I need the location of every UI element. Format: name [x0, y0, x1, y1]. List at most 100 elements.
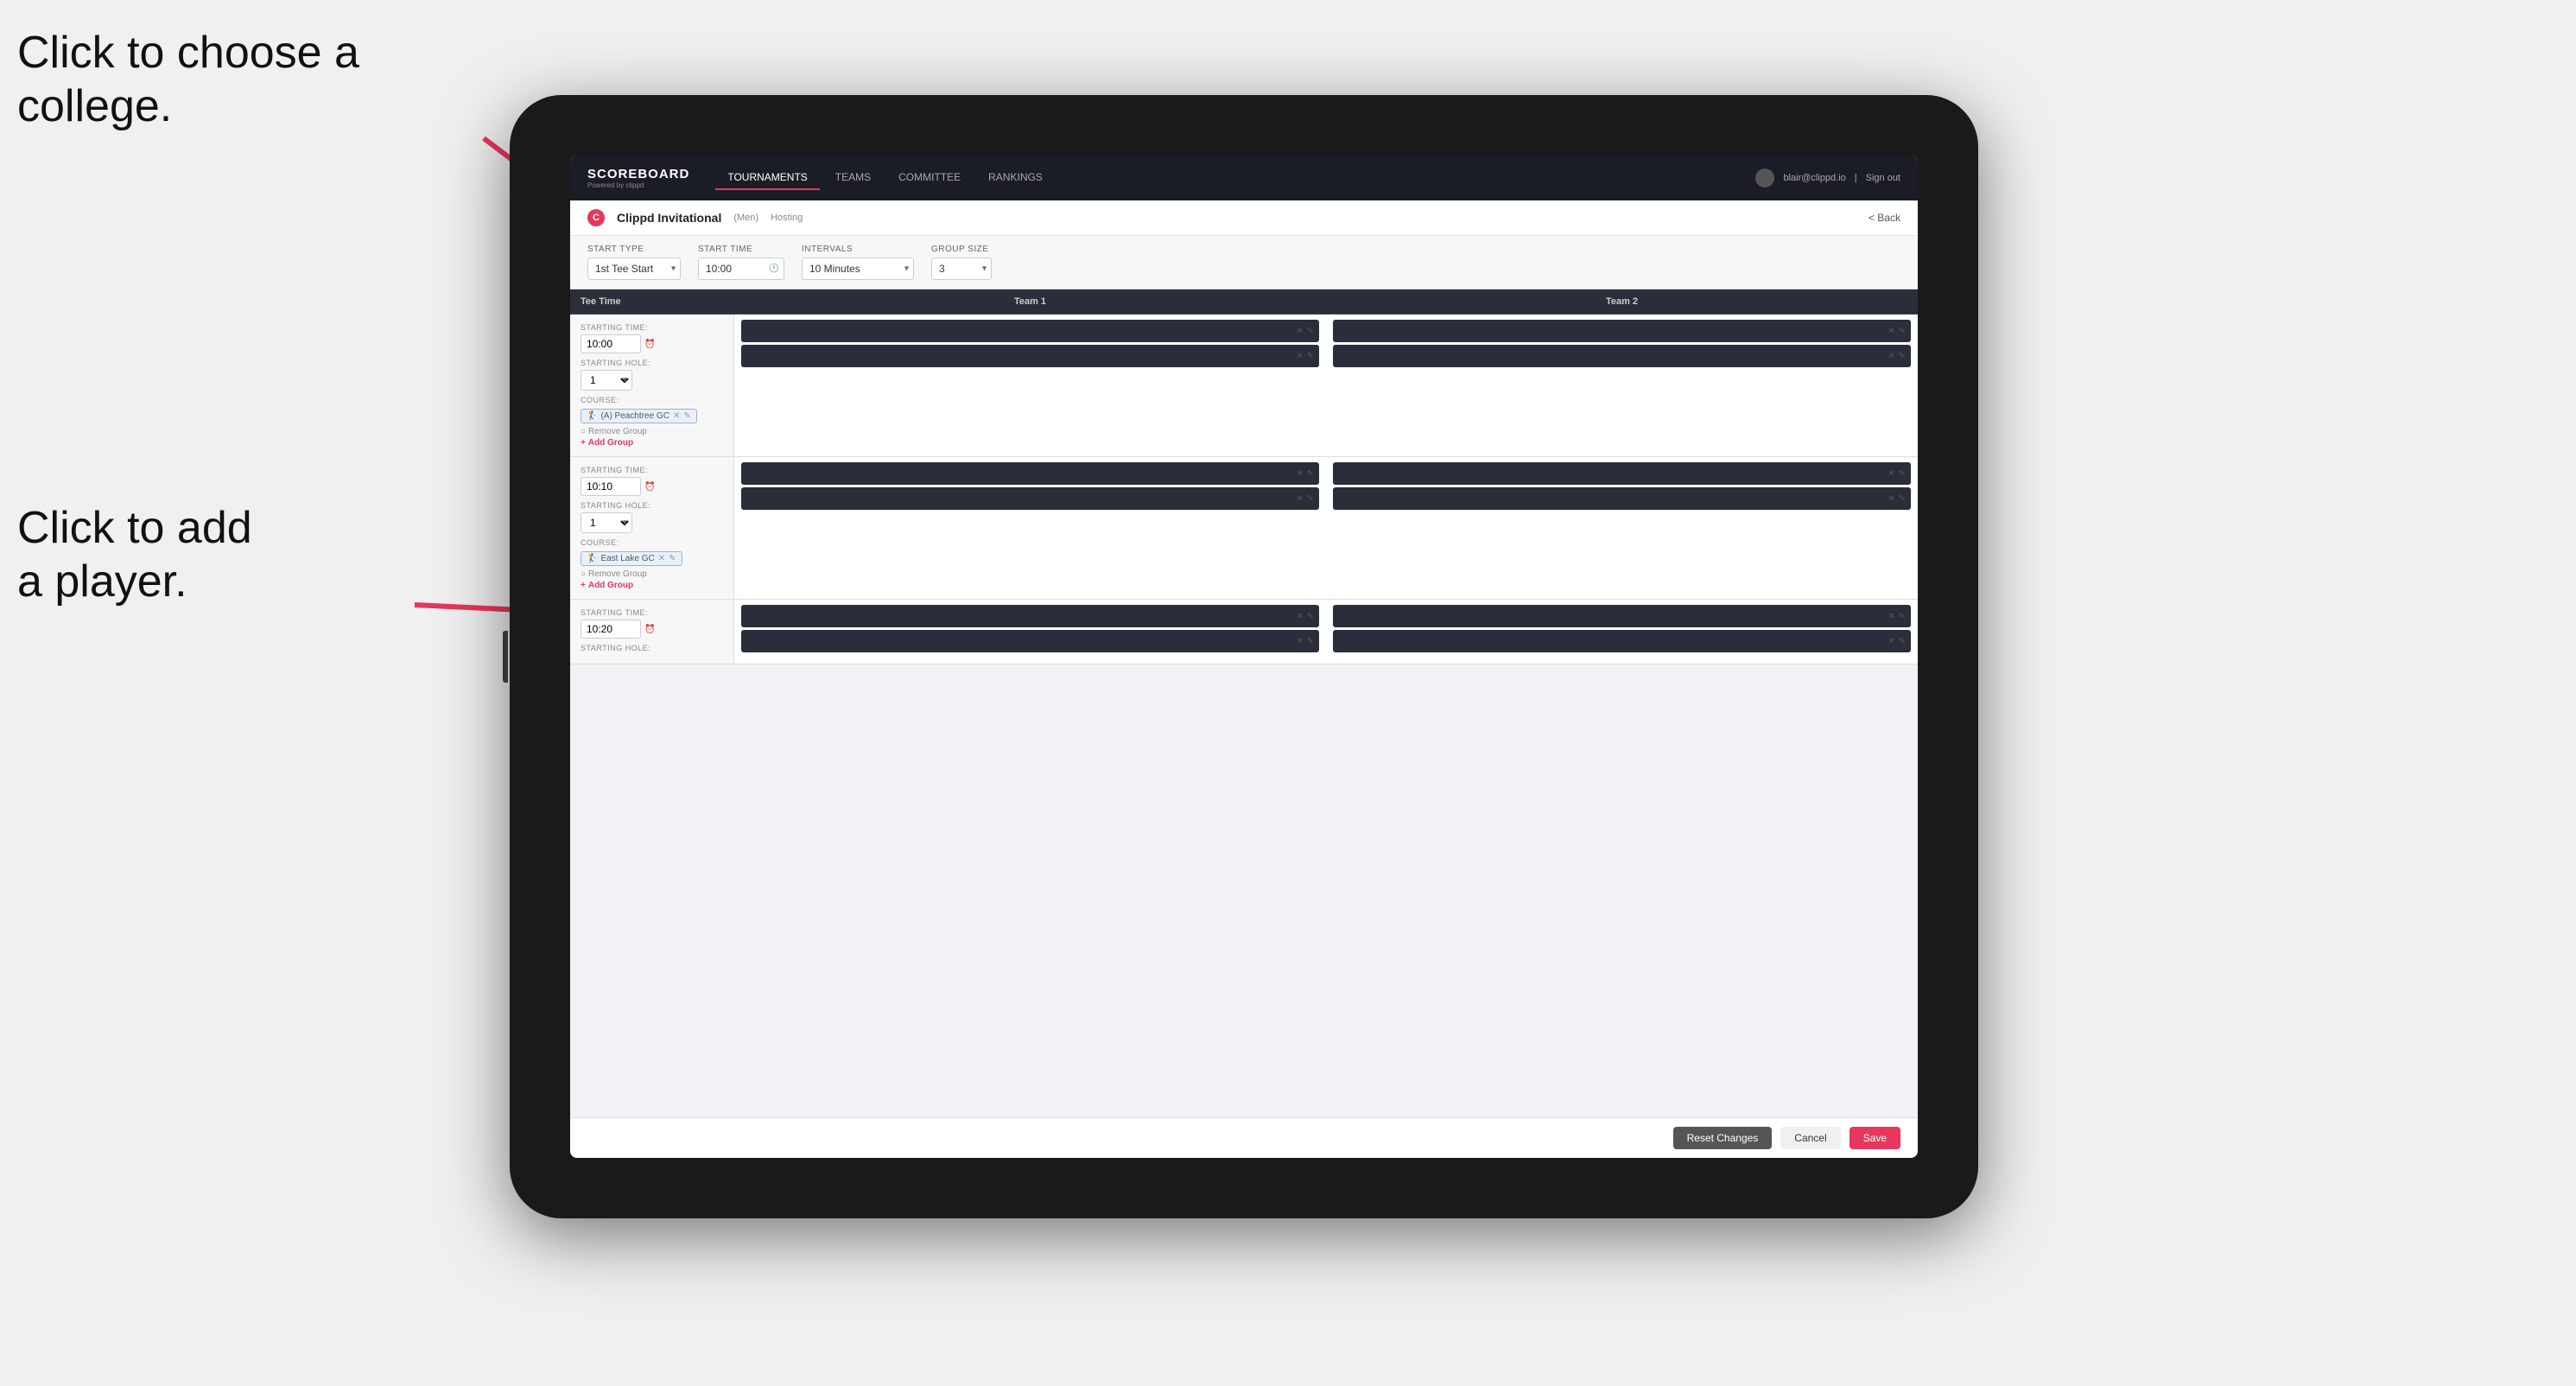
clock-icon-2: ⏰ — [644, 482, 655, 492]
player-x-icon-2-1[interactable]: ✕ — [1888, 327, 1894, 336]
player-edit-icon-5-1[interactable]: ✎ — [1307, 612, 1314, 621]
reset-button[interactable]: Reset Changes — [1673, 1127, 1773, 1149]
clock-icon-3: ⏰ — [644, 625, 655, 634]
nav-tab-teams[interactable]: TEAMS — [823, 166, 883, 190]
annotation-line1: Click to choose a — [17, 28, 359, 78]
player-x-icon-4-2[interactable]: ✕ — [1888, 494, 1894, 504]
add-group-link-1[interactable]: +Add Group — [581, 438, 723, 448]
starting-time-input-2[interactable] — [581, 477, 641, 496]
group-size-label: Group Size — [931, 245, 992, 254]
player-x-icon-5-1[interactable]: ✕ — [1296, 612, 1303, 621]
player-slot-5-1[interactable]: ✕ ✎ — [741, 605, 1319, 627]
save-button[interactable]: Save — [1850, 1127, 1900, 1149]
player-edit-icon-3-2[interactable]: ✎ — [1307, 494, 1314, 504]
group-size-select-wrapper[interactable]: 3 4 2 — [931, 257, 992, 280]
nav-tabs: TOURNAMENTS TEAMS COMMITTEE RANKINGS — [715, 166, 1729, 190]
player-slot-6-2[interactable]: ✕ ✎ — [1333, 630, 1911, 652]
course-edit-2[interactable]: ✎ — [669, 554, 676, 563]
player-x-icon-4-1[interactable]: ✕ — [1888, 469, 1894, 479]
start-time-group: Start Time 🕐 — [698, 245, 784, 280]
start-type-label: Start Type — [587, 245, 681, 254]
hosting-badge: Hosting — [771, 213, 803, 223]
team1-cell-3: ✕ ✎ ✕ ✎ — [734, 600, 1326, 664]
player-x-icon-6-2[interactable]: ✕ — [1888, 637, 1894, 646]
user-email: blair@clippd.io — [1783, 173, 1845, 183]
starting-time-input-1[interactable] — [581, 334, 641, 353]
player-slot-1-1[interactable]: ✕ ✎ — [741, 320, 1319, 342]
player-slot-1-2[interactable]: ✕ ✎ — [741, 345, 1319, 367]
player-slot-3-2[interactable]: ✕ ✎ — [741, 487, 1319, 510]
player-slot-6-1[interactable]: ✕ ✎ — [1333, 605, 1911, 627]
player-slot-2-2[interactable]: ✕ ✎ — [1333, 345, 1911, 367]
remove-group-link-1[interactable]: ○Remove Group — [581, 427, 723, 436]
intervals-label: Intervals — [802, 245, 914, 254]
remove-group-link-2[interactable]: ○Remove Group — [581, 569, 723, 579]
player-edit-icon-6-2[interactable]: ✎ — [1899, 637, 1906, 646]
start-type-select[interactable]: 1st Tee Start Shotgun Start — [587, 257, 681, 280]
course-tag-2[interactable]: 🏌 East Lake GC ✕ ✎ — [581, 551, 682, 566]
scoreboard-logo: SCOREBOARD Powered by clippd — [587, 167, 689, 189]
course-remove-x-2[interactable]: ✕ — [658, 554, 665, 563]
starting-hole-label-2: STARTING HOLE: — [581, 501, 723, 510]
player-edit-icon-2-1[interactable]: ✎ — [1899, 327, 1906, 336]
player-x-icon-6-1[interactable]: ✕ — [1888, 612, 1894, 621]
player-x-icon-1-2[interactable]: ✕ — [1296, 352, 1303, 361]
th-tee-time: Tee Time — [570, 289, 734, 314]
team1-cell-1: ✕ ✎ ✕ ✎ — [734, 315, 1326, 456]
app-header: SCOREBOARD Powered by clippd TOURNAMENTS… — [570, 156, 1918, 200]
player-slot-4-2[interactable]: ✕ ✎ — [1333, 487, 1911, 510]
player-edit-icon-2-2[interactable]: ✎ — [1899, 352, 1906, 361]
tee-row-3: STARTING TIME: ⏰ STARTING HOLE: ✕ ✎ ✕ ✎ — [570, 600, 1918, 664]
starting-hole-value-1: 1 10 — [581, 370, 723, 391]
user-avatar — [1755, 168, 1774, 188]
intervals-select[interactable]: 10 Minutes 8 Minutes — [802, 257, 914, 280]
sign-out-link[interactable]: Sign out — [1866, 173, 1900, 183]
back-button[interactable]: < Back — [1869, 212, 1900, 224]
player-edit-icon-6-1[interactable]: ✎ — [1899, 612, 1906, 621]
group-size-select[interactable]: 3 4 2 — [931, 257, 992, 280]
player-edit-icon-4-2[interactable]: ✎ — [1899, 494, 1906, 504]
player-edit-icon-1-1[interactable]: ✎ — [1307, 327, 1314, 336]
clock-icon-1: ⏰ — [644, 340, 655, 349]
player-edit-icon-4-1[interactable]: ✎ — [1899, 469, 1906, 479]
starting-time-value-3: ⏰ — [581, 620, 723, 639]
course-tag-wrapper-1: 🏌 (A) Peachtree GC ✕ ✎ — [581, 407, 723, 423]
starting-hole-value-2: 1 10 — [581, 512, 723, 533]
course-name-1: (A) Peachtree GC — [600, 411, 669, 421]
course-edit-1[interactable]: ✎ — [683, 411, 690, 421]
nav-tab-tournaments[interactable]: TOURNAMENTS — [715, 166, 819, 190]
player-x-icon-3-2[interactable]: ✕ — [1296, 494, 1303, 504]
starting-time-input-3[interactable] — [581, 620, 641, 639]
cancel-button[interactable]: Cancel — [1780, 1127, 1840, 1149]
start-type-select-wrapper[interactable]: 1st Tee Start Shotgun Start — [587, 257, 681, 280]
team2-cell-2: ✕ ✎ ✕ ✎ — [1326, 457, 1918, 599]
player-slot-5-2[interactable]: ✕ ✎ — [741, 630, 1319, 652]
player-slot-4-1[interactable]: ✕ ✎ — [1333, 462, 1911, 485]
player-x-icon-1-1[interactable]: ✕ — [1296, 327, 1303, 336]
tee-left-3: STARTING TIME: ⏰ STARTING HOLE: — [570, 600, 734, 664]
tee-row-1: STARTING TIME: ⏰ STARTING HOLE: 1 10 — [570, 315, 1918, 457]
starting-hole-select-1[interactable]: 1 10 — [581, 370, 632, 391]
player-x-icon-3-1[interactable]: ✕ — [1296, 469, 1303, 479]
starting-hole-label-3: STARTING HOLE: — [581, 644, 723, 652]
player-x-icon-2-2[interactable]: ✕ — [1888, 352, 1894, 361]
app-footer: Reset Changes Cancel Save — [570, 1117, 1918, 1158]
starting-hole-select-2[interactable]: 1 10 — [581, 512, 632, 533]
annotation-line3: Click to add — [17, 503, 252, 553]
nav-tab-committee[interactable]: COMMITTEE — [886, 166, 973, 190]
player-edit-icon-3-1[interactable]: ✎ — [1307, 469, 1314, 479]
intervals-select-wrapper[interactable]: 10 Minutes 8 Minutes — [802, 257, 914, 280]
player-edit-icon-1-2[interactable]: ✎ — [1307, 352, 1314, 361]
player-x-icon-5-2[interactable]: ✕ — [1296, 637, 1303, 646]
player-edit-icon-5-2[interactable]: ✎ — [1307, 637, 1314, 646]
course-remove-x-1[interactable]: ✕ — [673, 411, 680, 421]
starting-time-label-3: STARTING TIME: — [581, 608, 723, 617]
player-slot-3-1[interactable]: ✕ ✎ — [741, 462, 1319, 485]
nav-tab-rankings[interactable]: RANKINGS — [976, 166, 1055, 190]
starting-time-label-2: STARTING TIME: — [581, 466, 723, 474]
player-slot-2-1[interactable]: ✕ ✎ — [1333, 320, 1911, 342]
tablet-screen: SCOREBOARD Powered by clippd TOURNAMENTS… — [570, 156, 1918, 1158]
tee-left-1: STARTING TIME: ⏰ STARTING HOLE: 1 10 — [570, 315, 734, 456]
course-tag-1[interactable]: 🏌 (A) Peachtree GC ✕ ✎ — [581, 409, 697, 423]
add-group-link-2[interactable]: +Add Group — [581, 581, 723, 590]
